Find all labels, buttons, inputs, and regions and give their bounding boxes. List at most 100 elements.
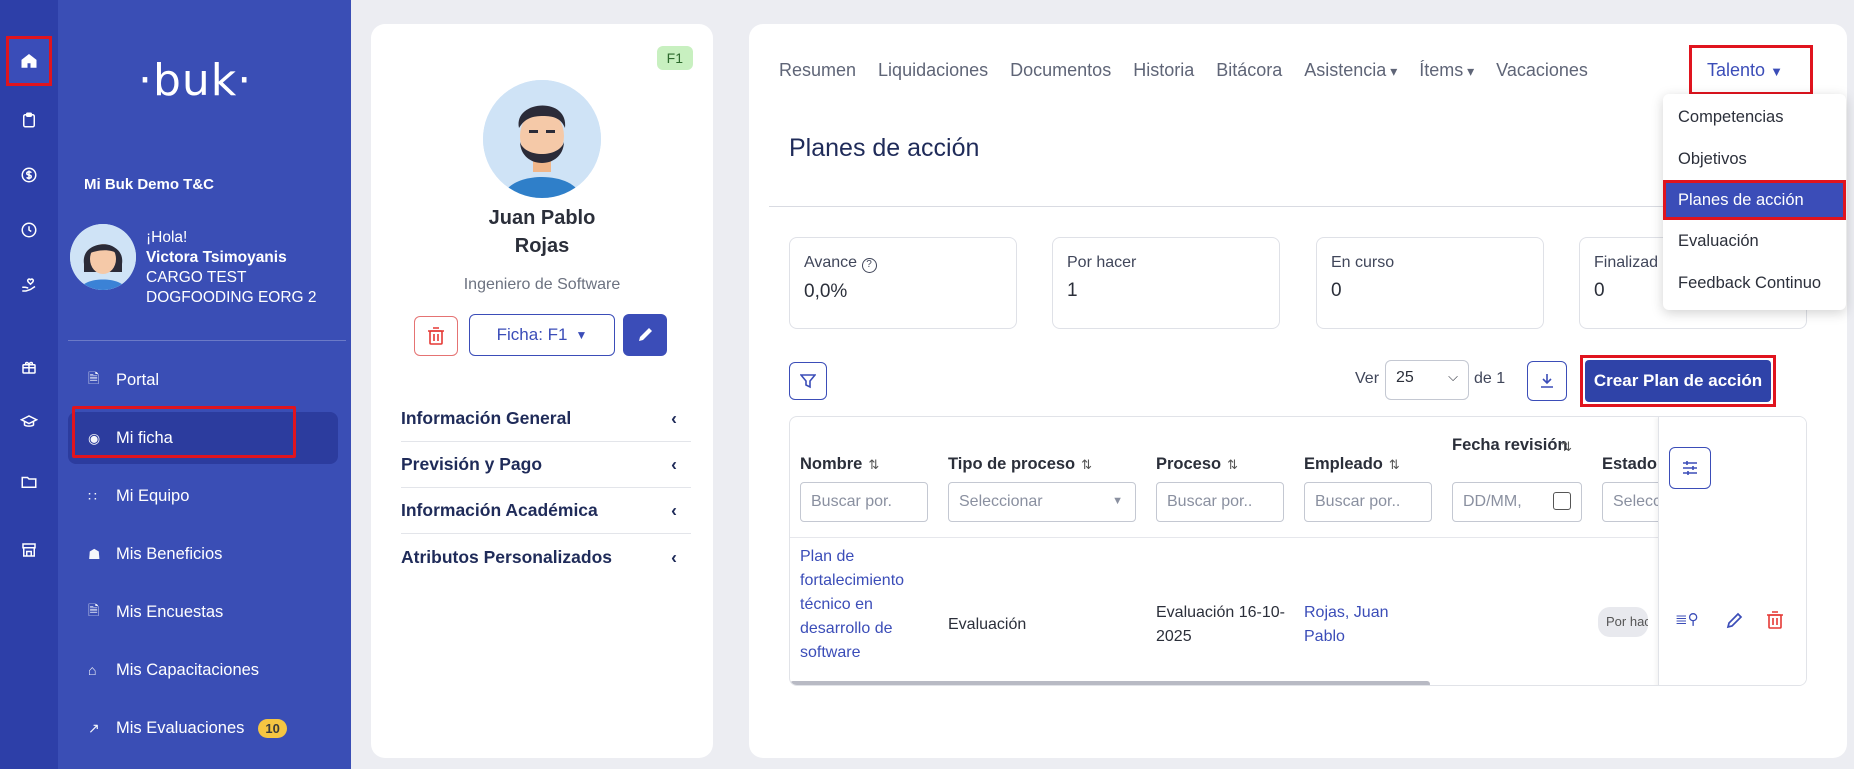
tab-bitacora[interactable]: Bitácora [1216,60,1282,81]
chevron-left-icon: ‹ [671,546,677,567]
section-atributos-personalizados[interactable]: Atributos Personalizados ‹ [401,534,691,580]
tab-asistencia[interactable]: Asistencia [1304,60,1397,81]
sidebar-item-mi-equipo[interactable]: ∷ Mi Equipo [68,470,338,522]
page-size-select[interactable]: 25 ⌵ [1385,360,1469,400]
dropdown-item-competencias[interactable]: Competencias [1678,108,1783,127]
trash-icon[interactable] [1767,611,1783,629]
sidebar-item-mis-encuestas[interactable]: 🗎 Mis Encuestas [68,586,338,638]
plan-empleado-link[interactable]: Rojas, Juan Pablo [1304,601,1414,649]
table-horizontal-scrollbar[interactable] [790,681,1430,685]
tab-historia[interactable]: Historia [1133,60,1194,81]
col-tipo[interactable]: Tipo de proceso ⇅ [948,455,1092,474]
help-icon[interactable]: ? [861,258,877,273]
page-size-value: 25 [1396,369,1414,386]
section-label: Información General [401,408,572,428]
tab-vacaciones[interactable]: Vacaciones [1496,60,1588,81]
plan-proceso: Evaluación 16-10-2025 [1156,604,1285,645]
calendar-icon[interactable] [1553,492,1571,510]
tab-bar: Resumen Liquidaciones Documentos Histori… [779,60,1588,81]
dollar-icon[interactable] [12,158,46,192]
sidebar-item-mis-capacitaciones[interactable]: ⌂ Mis Capacitaciones [68,644,338,696]
user-role-1: CARGO TEST [146,269,247,286]
employee-role: Ingeniero de Software [463,276,621,293]
employee-name-line1: Juan Pablo [488,207,596,229]
folder-icon[interactable] [12,465,46,499]
graduation-icon[interactable] [12,405,46,439]
company-name: Mi Buk Demo T&C [84,176,215,193]
sidebar-item-mis-evaluaciones[interactable]: ↗ Mis Evaluaciones 10 [68,702,338,754]
filter-tipo-value: Seleccionar [959,493,1043,510]
stat-value: 0,0% [804,281,848,302]
section-prevision-pago[interactable]: Previsión y Pago ‹ [401,442,691,488]
user-avatar[interactable] [70,224,136,290]
tab-resumen[interactable]: Resumen [779,60,856,81]
dropdown-item-evaluacion[interactable]: Evaluación [1678,232,1759,251]
filter-tipo-select[interactable]: Seleccionar ▼ [948,482,1136,522]
header-label: Estado [1602,455,1658,473]
tab-talento[interactable]: Talento ▼ [1707,60,1783,81]
page-count: de 1 [1474,370,1506,387]
tab-items[interactable]: Ítems [1419,60,1474,81]
clock-icon[interactable] [12,213,46,247]
filter-proceso-input[interactable]: Buscar por.. [1156,482,1284,522]
filter-estado-select[interactable]: Selecc [1602,482,1662,522]
employee-name-line2: Rojas [514,235,570,257]
dropdown-item-feedback-continuo[interactable]: Feedback Continuo [1678,274,1821,293]
store-icon[interactable] [12,533,46,567]
sidebar-item-label: Portal [116,370,160,389]
filter-icon [800,374,816,389]
sidebar-item-portal[interactable]: 🗎 Portal [68,354,338,406]
caret-down-icon: ▼ [575,328,588,342]
tab-liquidaciones[interactable]: Liquidaciones [878,60,988,81]
gift-icon[interactable] [12,350,46,384]
filter-empleado-input[interactable]: Buscar por.. [1304,482,1432,522]
hand-heart-icon[interactable] [12,268,46,302]
col-nombre[interactable]: Nombre ⇅ [800,455,879,474]
col-empleado[interactable]: Empleado ⇅ [1304,455,1400,474]
view-details-icon[interactable]: ≣⚲ [1675,610,1699,628]
sliders-icon [1683,461,1697,475]
plan-name-link[interactable]: Plan de fortalecimiento técnico en desar… [800,545,928,665]
section-informacion-general[interactable]: Información General ‹ [401,396,691,442]
edit-profile-button[interactable] [623,314,667,356]
sidebar-item-label: Mis Evaluaciones [116,718,245,737]
create-plan-button[interactable]: Crear Plan de acción [1585,360,1771,402]
pencil-icon [639,328,652,341]
col-estado[interactable]: Estado [1602,455,1657,474]
caret-down-icon: ▼ [1770,64,1783,79]
filter-button[interactable] [789,362,827,400]
header-label: Proceso [1156,455,1222,473]
chevron-left-icon: ‹ [671,408,677,428]
dropdown-item-label: Planes de acción [1678,191,1804,209]
team-icon: ∷ [88,487,97,504]
chevron-down-icon: ⌵ [1448,369,1458,384]
ficha-select-button[interactable]: Ficha: F1 ▼ [469,314,615,356]
col-fecha[interactable]: Fecha revisión ⇅ [1452,435,1572,455]
section-informacion-academica[interactable]: Información Académica ‹ [401,488,691,534]
trend-icon: ↗ [88,719,100,736]
delete-profile-button[interactable] [414,316,458,356]
col-proceso[interactable]: Proceso ⇅ [1156,455,1238,474]
status-badge: Por hacer [1598,607,1648,637]
dropdown-item-objetivos[interactable]: Objetivos [1678,150,1747,169]
clipboard-icon[interactable] [12,103,46,137]
employee-name: Juan Pablo Rojas [371,204,713,260]
dropdown-item-planes-de-accion[interactable]: Planes de acción [1663,180,1846,220]
buk-logo[interactable]: ·buk· [138,55,252,106]
pencil-icon[interactable] [1725,612,1743,630]
download-button[interactable] [1527,361,1567,401]
tab-documentos[interactable]: Documentos [1010,60,1111,81]
sort-icon: ⇅ [1388,457,1400,472]
filter-nombre-input[interactable]: Buscar por. [800,482,928,522]
filter-fecha-input[interactable]: DD/MM, [1452,482,1582,522]
section-label: Previsión y Pago [401,454,543,474]
stat-label: Avance [804,254,858,271]
columns-settings-button[interactable] [1669,447,1711,489]
stat-avance: Avance ? 0,0% [789,237,1017,329]
chevron-left-icon: ‹ [671,500,677,520]
sort-icon: ⇅ [868,457,880,472]
sort-icon: ⇅ [1561,439,1572,454]
sidebar-item-mis-beneficios[interactable]: ☗ Mis Beneficios [68,528,338,580]
sidebar-item-label: Mis Encuestas [116,602,224,621]
home-icon[interactable] [6,36,52,86]
